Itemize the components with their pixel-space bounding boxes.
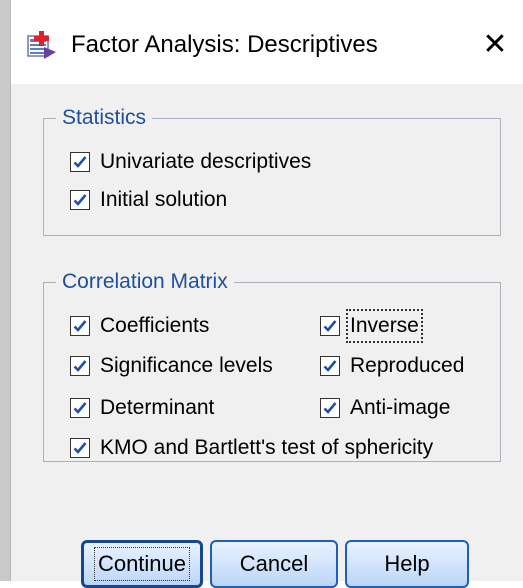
dialog-window: Factor Analysis: Descriptives ✕ Statisti… xyxy=(10,0,523,588)
significance-levels-checkbox[interactable]: Significance levels xyxy=(70,353,273,379)
checkmark-icon xyxy=(73,194,87,206)
initial-solution-label: Initial solution xyxy=(100,188,228,211)
checkbox-box xyxy=(70,356,90,376)
reproduced-label: Reproduced xyxy=(350,354,465,377)
univariate-descriptives-checkbox[interactable]: Univariate descriptives xyxy=(70,149,311,175)
close-button[interactable]: ✕ xyxy=(473,22,517,66)
anti-image-label: Anti-image xyxy=(350,396,451,419)
coefficients-checkbox[interactable]: Coefficients xyxy=(70,313,209,339)
continue-button-label: Continue xyxy=(93,547,191,581)
cancel-button-label: Cancel xyxy=(239,551,309,576)
window-title: Factor Analysis: Descriptives xyxy=(71,31,378,58)
significance-levels-label: Significance levels xyxy=(100,354,273,377)
checkmark-icon xyxy=(73,156,87,168)
coefficients-label: Coefficients xyxy=(100,314,210,337)
close-icon: ✕ xyxy=(482,27,508,61)
checkbox-box xyxy=(320,316,340,336)
help-button-label: Help xyxy=(384,551,430,576)
reproduced-checkbox[interactable]: Reproduced xyxy=(320,353,464,379)
checkmark-icon xyxy=(73,402,87,414)
statistics-legend: Statistics xyxy=(56,104,153,132)
checkbox-box xyxy=(320,398,340,418)
app-icon xyxy=(27,31,56,59)
checkmark-icon xyxy=(73,320,87,332)
determinant-label: Determinant xyxy=(100,396,215,419)
univariate-descriptives-label: Univariate descriptives xyxy=(100,150,312,173)
determinant-checkbox[interactable]: Determinant xyxy=(70,395,214,421)
checkmark-icon xyxy=(323,320,337,332)
checkbox-box xyxy=(70,398,90,418)
initial-solution-checkbox[interactable]: Initial solution xyxy=(70,187,227,213)
checkbox-box xyxy=(70,190,90,210)
checkmark-icon xyxy=(73,442,87,454)
correlation-matrix-legend: Correlation Matrix xyxy=(56,268,234,296)
checkbox-box xyxy=(70,438,90,458)
checkmark-icon xyxy=(323,360,337,372)
checkmark-icon xyxy=(73,360,87,372)
checkbox-box xyxy=(320,356,340,376)
inverse-label: Inverse xyxy=(346,309,423,343)
anti-image-checkbox[interactable]: Anti-image xyxy=(320,395,450,421)
title-bar: Factor Analysis: Descriptives ✕ xyxy=(11,0,523,84)
kmo-bartlett-checkbox[interactable]: KMO and Bartlett's test of sphericity xyxy=(70,435,433,461)
kmo-bartlett-label: KMO and Bartlett's test of sphericity xyxy=(100,436,434,459)
inverse-checkbox[interactable]: Inverse xyxy=(320,309,423,343)
background-window-edge xyxy=(0,0,10,581)
checkbox-box xyxy=(70,316,90,336)
correlation-matrix-group: Correlation Matrix Coefficients Inverse … xyxy=(43,268,501,462)
checkbox-box xyxy=(70,152,90,172)
checkmark-icon xyxy=(323,402,337,414)
statistics-group: Statistics Univariate descriptives Initi… xyxy=(43,104,501,236)
